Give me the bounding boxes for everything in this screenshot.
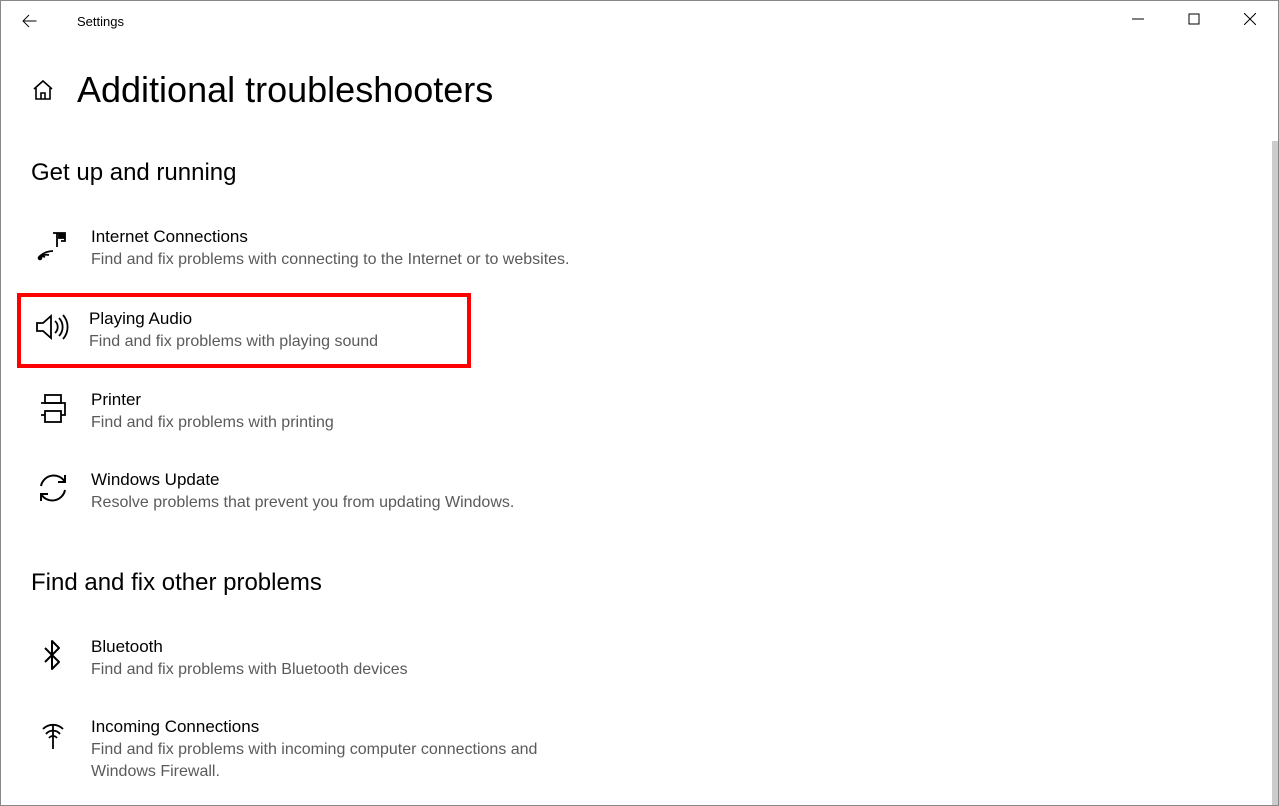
minimize-icon [1132, 13, 1144, 25]
item-desc: Find and fix problems with playing sound [89, 331, 378, 353]
item-title: Incoming Connections [91, 717, 589, 737]
back-button[interactable] [9, 1, 49, 41]
window-controls [1110, 1, 1278, 37]
item-title: Bluetooth [91, 637, 408, 657]
bluetooth-icon [33, 635, 73, 675]
maximize-icon [1188, 13, 1200, 25]
item-desc: Find and fix problems with incoming comp… [91, 739, 589, 784]
printer-icon [33, 388, 73, 428]
page-title: Additional troubleshooters [77, 69, 493, 111]
item-title: Playing Audio [89, 309, 378, 329]
page-header: Additional troubleshooters [31, 69, 1248, 111]
item-text: Printer Find and fix problems with print… [91, 388, 334, 434]
troubleshooter-bluetooth[interactable]: Bluetooth Find and fix problems with Blu… [31, 625, 591, 691]
audio-icon [31, 307, 71, 347]
home-icon[interactable] [31, 78, 55, 102]
back-arrow-icon [20, 12, 38, 30]
item-title: Internet Connections [91, 227, 569, 247]
troubleshooter-incoming-connections[interactable]: Incoming Connections Find and fix proble… [31, 705, 591, 794]
close-icon [1244, 13, 1256, 25]
troubleshooter-playing-audio[interactable]: Playing Audio Find and fix problems with… [17, 293, 471, 367]
troubleshooter-windows-update[interactable]: Windows Update Resolve problems that pre… [31, 458, 591, 524]
troubleshooter-internet-connections[interactable]: Internet Connections Find and fix proble… [31, 215, 591, 281]
maximize-button[interactable] [1166, 1, 1222, 37]
item-desc: Find and fix problems with printing [91, 412, 334, 434]
item-text: Bluetooth Find and fix problems with Blu… [91, 635, 408, 681]
minimize-button[interactable] [1110, 1, 1166, 37]
item-text: Incoming Connections Find and fix proble… [91, 715, 589, 784]
item-title: Windows Update [91, 470, 514, 490]
incoming-icon [33, 715, 73, 755]
item-text: Internet Connections Find and fix proble… [91, 225, 569, 271]
item-title: Printer [91, 390, 334, 410]
item-desc: Find and fix problems with Bluetooth dev… [91, 659, 408, 681]
content-area: Additional troubleshooters Get up and ru… [1, 41, 1278, 794]
section-title: Find and fix other problems [31, 569, 1248, 597]
titlebar: Settings [1, 1, 1278, 41]
item-text: Windows Update Resolve problems that pre… [91, 468, 514, 514]
update-icon [33, 468, 73, 508]
item-desc: Find and fix problems with connecting to… [91, 249, 569, 271]
section-title: Get up and running [31, 159, 1248, 187]
troubleshooter-printer[interactable]: Printer Find and fix problems with print… [31, 378, 591, 444]
internet-icon [33, 225, 73, 265]
app-title: Settings [77, 14, 124, 29]
item-text: Playing Audio Find and fix problems with… [89, 307, 378, 353]
scrollbar[interactable] [1272, 141, 1278, 805]
item-desc: Resolve problems that prevent you from u… [91, 492, 514, 514]
close-button[interactable] [1222, 1, 1278, 37]
